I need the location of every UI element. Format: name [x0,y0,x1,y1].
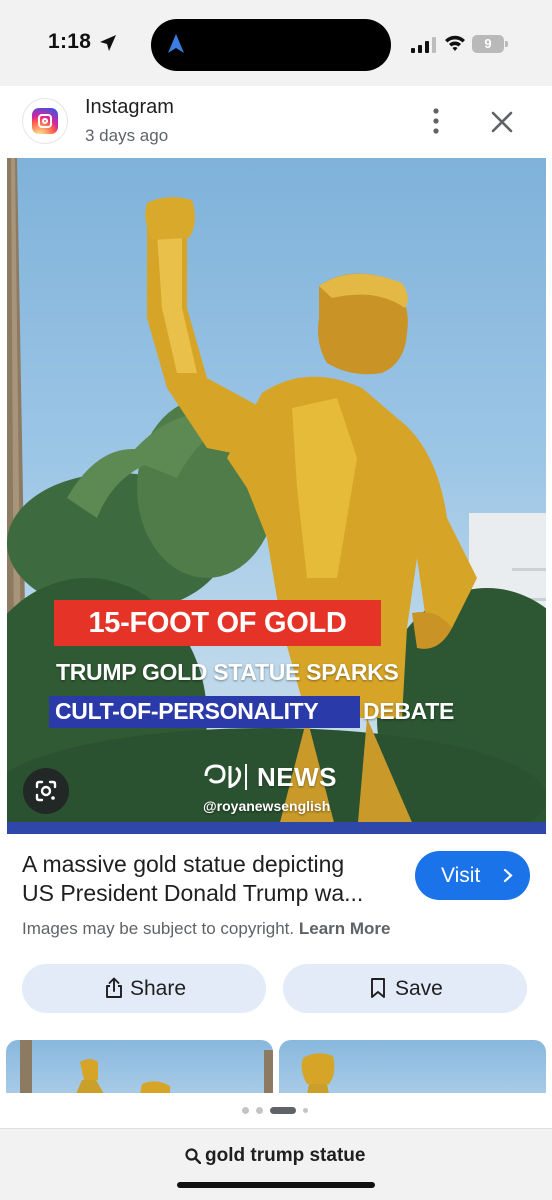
share-button[interactable]: Share [22,964,266,1013]
headline-text: 15-FOOT OF GOLD [88,607,347,639]
more-vertical-icon[interactable] [424,106,448,136]
statue-photo [7,158,546,834]
subline-2-rest: DEBATE [363,698,455,724]
subline-2-highlight: CULT-OF-PERSONALITY [55,698,319,724]
posted-time: 3 days ago [85,126,169,145]
related-image-1-photo [20,1040,273,1094]
bottom-search-bar[interactable]: gold trump statue [0,1128,552,1200]
result-image[interactable]: 15-FOOT OF GOLD TRUMP GOLD STATUE SPARKS… [7,158,546,834]
search-icon [185,1148,201,1164]
title-line-1: A massive gold statue depicting [22,851,345,877]
instagram-logo [32,108,58,134]
news-handle: @royanewsenglish [203,798,331,814]
copyright-notice: Images may be subject to copyright. Lear… [22,919,391,939]
result-title[interactable]: A massive gold statue depicting US Presi… [22,850,392,908]
search-query[interactable]: gold trump statue [205,1145,365,1167]
status-bar: 1:18 9 [0,0,552,86]
lens-icon [35,780,57,802]
home-indicator[interactable] [177,1182,375,1188]
subline-1: TRUMP GOLD STATUE SPARKS [56,659,399,685]
result-header: Instagram 3 days ago [0,86,552,158]
status-time: 1:18 [48,30,92,53]
pager-dot-active[interactable] [270,1107,296,1114]
navigation-arrow-icon [168,34,184,53]
location-arrow-icon [100,35,116,51]
bookmark-icon [371,978,385,998]
related-image-2[interactable] [279,1040,546,1094]
visit-label: Visit [441,864,481,887]
save-button[interactable]: Save [283,964,527,1013]
source-avatar[interactable] [22,98,68,144]
source-name[interactable]: Instagram [85,96,174,119]
pager [0,1093,552,1127]
related-image-1[interactable] [6,1040,273,1094]
roya-logo-icon [204,764,247,790]
wifi-icon [445,35,465,51]
save-label: Save [395,977,443,1000]
chevron-right-icon [503,868,513,883]
image-bottom-strip [7,822,546,834]
signal-icon [411,37,436,53]
news-brand: NEWS [257,762,337,792]
pager-dot[interactable] [242,1107,249,1114]
battery-icon: 9 [472,35,508,53]
copyright-text: Images may be subject to copyright. [22,919,295,938]
share-icon [106,977,122,998]
pager-dot[interactable] [256,1107,263,1114]
learn-more-link[interactable]: Learn More [299,919,391,938]
dynamic-island [151,19,391,71]
lens-button[interactable] [23,768,69,814]
close-icon[interactable] [488,108,516,136]
visit-button[interactable]: Visit [415,851,530,900]
share-label: Share [130,977,187,1000]
headline-banner: 15-FOOT OF GOLD [54,600,381,646]
related-image-2-photo [301,1053,335,1094]
title-line-2: US President Donald Trump wa... [22,880,364,906]
battery-level: 9 [484,36,492,51]
pager-dot[interactable] [303,1108,308,1113]
